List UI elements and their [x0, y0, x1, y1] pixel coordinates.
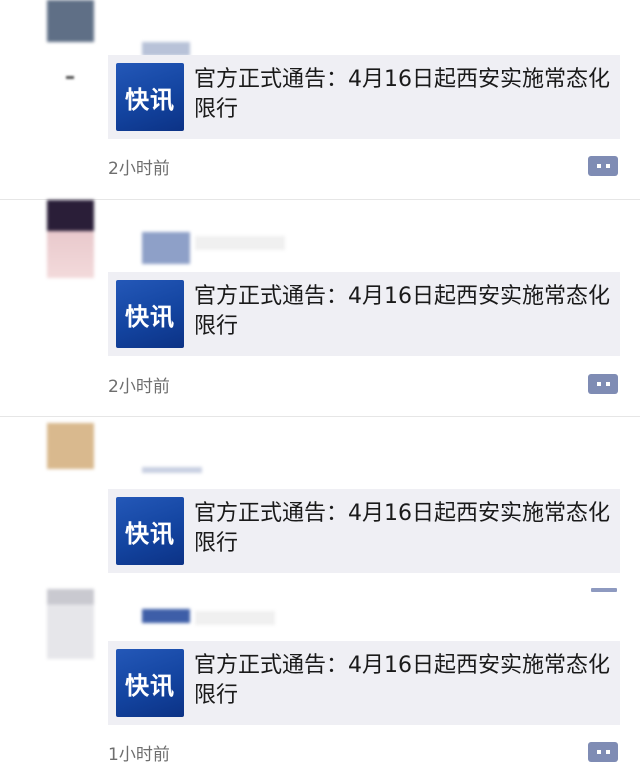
comment-button[interactable]: [588, 374, 618, 394]
feed-post: 快讯 官方正式通告：4月16日起西安实施常态化限行 2小时前: [0, 200, 640, 415]
card-title: 官方正式通告：4月16日起西安实施常态化限行: [194, 501, 610, 556]
username[interactable]: [195, 236, 285, 250]
comment-icon: [596, 750, 601, 754]
username[interactable]: [142, 467, 202, 473]
news-thumbnail: 快讯: [116, 63, 184, 131]
collapse-dash: [591, 588, 617, 592]
shared-link-card[interactable]: 快讯 官方正式通告：4月16日起西安实施常态化限行: [108, 272, 620, 356]
feed-post: 快讯 官方正式通告：4月16日起西安实施常态化限行 2小时前: [0, 0, 640, 200]
comment-button[interactable]: [588, 742, 618, 762]
comment-icon: [605, 382, 610, 386]
avatar[interactable]: [47, 0, 94, 42]
thumbnail-label: 快讯: [125, 671, 175, 700]
username[interactable]: [142, 609, 190, 623]
thumbnail-label: 快讯: [125, 302, 175, 331]
comment-icon: [605, 750, 610, 754]
card-title: 官方正式通告：4月16日起西安实施常态化限行: [194, 653, 610, 708]
thumbnail-label: 快讯: [125, 85, 175, 114]
comment-button[interactable]: [588, 156, 618, 176]
card-title: 官方正式通告：4月16日起西安实施常态化限行: [194, 284, 610, 339]
thumbnail-label: 快讯: [125, 519, 175, 548]
avatar[interactable]: [47, 589, 94, 659]
news-thumbnail: 快讯: [116, 497, 184, 565]
blur-mark: [66, 76, 74, 79]
shared-link-card[interactable]: 快讯 官方正式通告：4月16日起西安实施常态化限行: [108, 489, 620, 573]
avatar[interactable]: [47, 423, 94, 469]
post-time: 1小时前: [108, 745, 170, 765]
news-thumbnail: 快讯: [116, 280, 184, 348]
feed-post: 快讯 官方正式通告：4月16日起西安实施常态化限行: [0, 417, 640, 587]
username[interactable]: [142, 232, 190, 264]
shared-link-card[interactable]: 快讯 官方正式通告：4月16日起西安实施常态化限行: [108, 641, 620, 725]
post-time: 2小时前: [108, 377, 170, 397]
card-title: 官方正式通告：4月16日起西安实施常态化限行: [194, 67, 610, 122]
avatar[interactable]: [47, 200, 94, 278]
comment-icon: [596, 382, 601, 386]
comment-icon: [605, 164, 610, 168]
feed-post: 快讯 官方正式通告：4月16日起西安实施常态化限行 1小时前: [0, 585, 640, 782]
post-time: 2小时前: [108, 159, 170, 179]
news-thumbnail: 快讯: [116, 649, 184, 717]
comment-icon: [596, 164, 601, 168]
shared-link-card[interactable]: 快讯 官方正式通告：4月16日起西安实施常态化限行: [108, 55, 620, 139]
username[interactable]: [195, 611, 275, 625]
username[interactable]: [142, 42, 190, 56]
